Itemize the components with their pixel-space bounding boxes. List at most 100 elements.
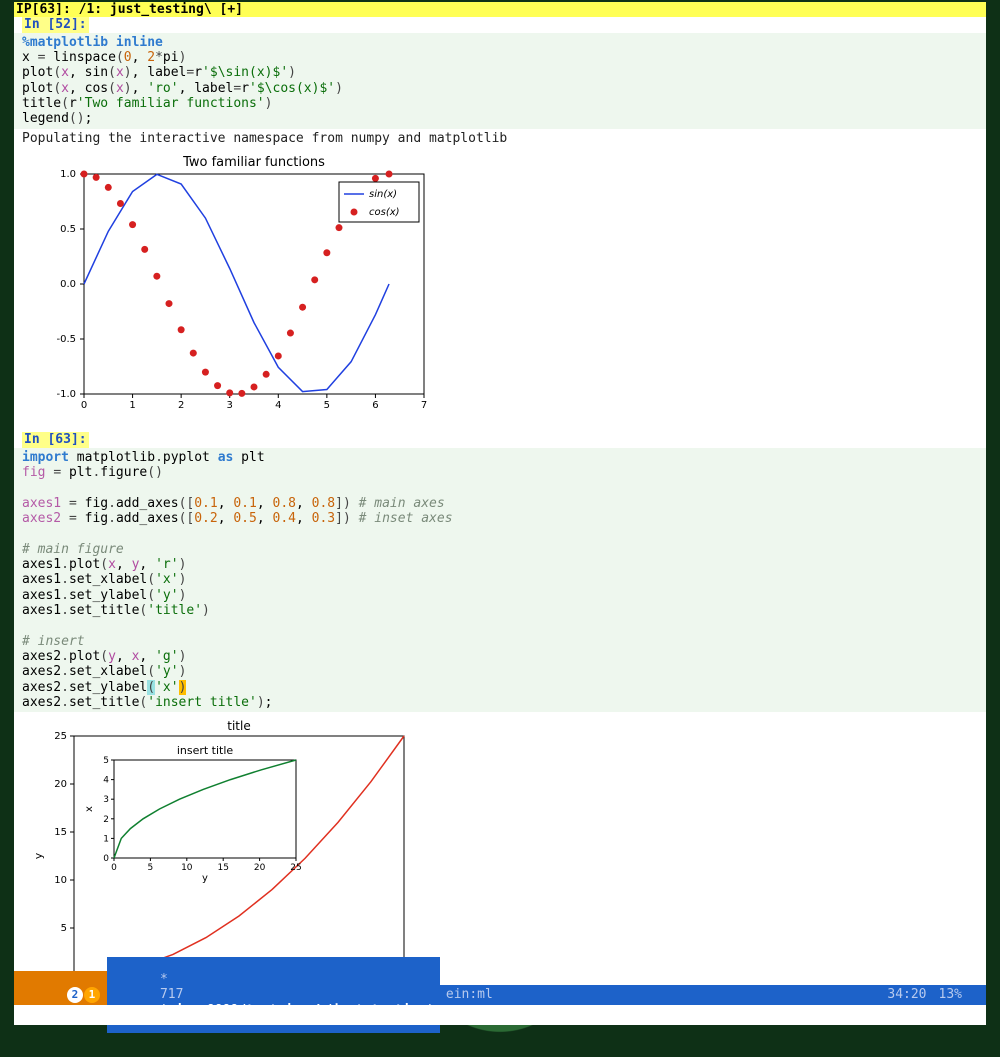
svg-text:15: 15 [54,827,67,838]
code-token: . [61,572,69,587]
code-token: plot [69,649,100,664]
svg-text:Two familiar functions: Two familiar functions [182,155,325,170]
code-token: ( [108,81,116,96]
minibuffer[interactable] [14,1005,986,1025]
code-token: , [132,81,148,96]
code-token: axes2 [22,649,61,664]
code-token: x [61,81,69,96]
code-token: ]) [335,496,351,511]
code-token: ( [108,65,116,80]
svg-text:5: 5 [103,756,109,766]
code-token: ) [202,603,210,618]
code-token: . [61,664,69,679]
code-token: set_ylabel [69,588,147,603]
code-token: * [155,50,163,65]
code-token: 0 [124,50,132,65]
svg-text:7: 7 [421,400,427,411]
svg-text:5: 5 [324,400,330,411]
mode-line: 21 * 717 *ein: 8888/test.ipynb/just_test… [14,985,986,1005]
code-token: = [69,496,77,511]
chart-title-with-inset: title0123450510152025xyinsert title05101… [24,718,424,985]
code-token: ) [335,81,343,96]
svg-text:0.0: 0.0 [60,279,76,290]
code-token: . [61,695,69,710]
svg-text:title: title [227,719,250,733]
cell-input[interactable]: %matplotlib inline x = linspace(0, 2*pi)… [14,33,986,129]
code-token: as [218,450,234,465]
code-token: 0.8 [312,496,335,511]
code-token: . [108,496,116,511]
notebook-content[interactable]: In [52]: %matplotlib inline x = linspace… [14,17,986,985]
code-token: x [61,65,69,80]
code-token: () [69,111,85,126]
svg-text:cos(x): cos(x) [369,207,400,218]
code-token: add_axes [116,511,179,526]
svg-text:x: x [84,806,95,812]
code-token: 0.5 [233,511,256,526]
code-token: ( [147,664,155,679]
code-token: ( [147,680,155,695]
code-token: ( [147,572,155,587]
code-token: ) [179,572,187,587]
code-token: ( [100,557,108,572]
svg-text:y: y [32,852,45,859]
code-token: ) [257,695,265,710]
workspace-pill-active[interactable]: 1 [84,987,100,1003]
code-token: legend [22,111,69,126]
svg-text:1: 1 [129,400,135,411]
code-token: ) [179,50,187,65]
code-token: fig [77,511,108,526]
code-token: x [108,557,116,572]
code-token: axes2 [22,680,61,695]
code-token: y [108,649,116,664]
code-token: . [61,603,69,618]
svg-text:6: 6 [372,400,378,411]
svg-text:2: 2 [103,815,109,825]
svg-text:1.0: 1.0 [60,169,76,180]
code-token: , [116,557,132,572]
code-token: pyplot [163,450,218,465]
emacs-window: IP[63]: /1: just_testing\ [+] In [52]: %… [14,2,986,1025]
code-token: 'y' [155,664,178,679]
code-token: 0.2 [194,511,217,526]
code-token: plt [61,465,92,480]
code-token: 'x' [155,680,178,695]
code-token: , [296,511,312,526]
code-token: set_xlabel [69,572,147,587]
cell-output-figure: Two familiar functions01234567-1.0-0.50.… [14,148,986,432]
svg-text:3: 3 [103,795,109,805]
code-token: set_xlabel [69,664,147,679]
code-token: r [194,65,202,80]
code-token: x [22,50,38,65]
modified-star: * [160,972,168,987]
code-token: , [139,649,155,664]
cell-prompt: In [52]: [22,17,89,32]
code-token: plt [233,450,264,465]
header-line: IP[63]: /1: just_testing\ [+] [14,2,986,17]
code-token: 0.1 [233,496,256,511]
svg-text:20: 20 [254,863,266,873]
code-token: ) [179,664,187,679]
code-token: = [69,511,77,526]
svg-text:4: 4 [275,400,281,411]
code-token: matplotlib [69,450,155,465]
code-token: plot [22,81,53,96]
code-token: title [22,96,61,111]
code-token: ) [288,65,296,80]
workspace-pill[interactable]: 2 [67,987,83,1003]
svg-text:10: 10 [181,863,193,873]
code-token: axes1 [22,588,61,603]
code-token: . [61,649,69,664]
code-token: ( [53,81,61,96]
cursor-position: 34:20 [881,987,932,1002]
code-token: ) [179,649,187,664]
code-token: , cos [69,81,108,96]
code-token: plot [22,65,53,80]
code-token: , [139,557,155,572]
cell-input[interactable]: import matplotlib.pyplot as plt fig = pl… [14,448,986,713]
code-token: axes2 [22,511,69,526]
code-token: linspace [45,50,115,65]
code-token: . [155,450,163,465]
cell-output-text: Populating the interactive namespace fro… [14,129,986,148]
code-token: 0.8 [273,496,296,511]
